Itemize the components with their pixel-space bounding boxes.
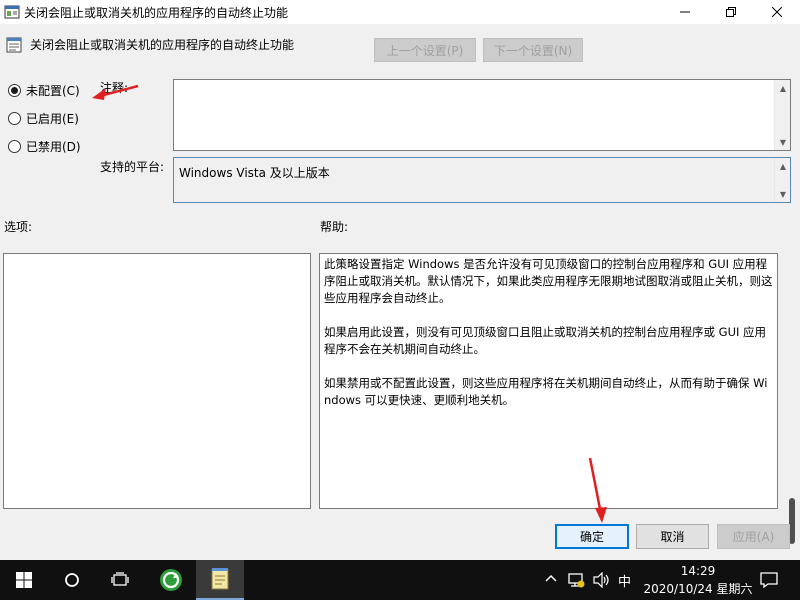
clock-date: 2020/10/24 星期六 bbox=[643, 582, 753, 596]
radio-label: 已禁用(D) bbox=[26, 139, 81, 154]
radio-circle[interactable] bbox=[8, 139, 21, 153]
green-refresh-app-icon bbox=[160, 569, 182, 591]
radio-circle[interactable] bbox=[8, 111, 21, 125]
cortana-circle-icon bbox=[65, 573, 79, 587]
ok-button[interactable]: 确定 bbox=[555, 524, 629, 549]
policy-setting-icon bbox=[6, 37, 22, 53]
next-setting-button[interactable]: 下一个设置(N) bbox=[483, 38, 583, 62]
scroll-up-icon[interactable]: ▲ bbox=[775, 80, 791, 96]
restore-icon bbox=[726, 7, 736, 17]
help-paragraph: 此策略设置指定 Windows 是否允许没有可见顶级窗口的控制台应用程序和 GU… bbox=[324, 257, 773, 305]
help-paragraph: 如果启用此设置，则没有可见顶级窗口且阻止或取消关机的控制台应用程序或 GUI 应… bbox=[324, 325, 767, 356]
comment-label: 注释: bbox=[100, 81, 129, 95]
platform-field: Windows Vista 及以上版本 ▲ ▼ bbox=[173, 157, 791, 203]
options-label: 选项: bbox=[4, 220, 33, 234]
cancel-button[interactable]: 取消 bbox=[636, 524, 709, 549]
radio-enabled[interactable]: 已启用(E) bbox=[8, 109, 79, 127]
clock-time: 14:29 bbox=[680, 564, 716, 578]
scroll-up-icon[interactable]: ▲ bbox=[775, 158, 791, 174]
platform-label: 支持的平台: bbox=[100, 160, 165, 174]
radio-not-configured[interactable]: 未配置(C) bbox=[8, 81, 80, 99]
close-icon bbox=[772, 7, 782, 17]
taskbar-app-notepad[interactable] bbox=[196, 560, 244, 600]
start-button[interactable] bbox=[0, 560, 48, 600]
window-title: 关闭会阻止或取消关机的应用程序的自动终止功能 bbox=[24, 6, 289, 20]
network-icon[interactable] bbox=[567, 571, 585, 589]
task-view-button[interactable] bbox=[96, 560, 144, 600]
window-titlebar: 关闭会阻止或取消关机的应用程序的自动终止功能 bbox=[0, 0, 800, 24]
tray-expand-icon[interactable] bbox=[545, 573, 557, 583]
platform-scrollbar[interactable]: ▲ ▼ bbox=[774, 158, 790, 202]
previous-setting-button[interactable]: 上一个设置(P) bbox=[374, 38, 476, 62]
taskbar: 中 14:29 2020/10/24 星期六 bbox=[0, 560, 800, 600]
close-button[interactable] bbox=[754, 0, 800, 24]
radio-disabled[interactable]: 已禁用(D) bbox=[8, 137, 81, 155]
notepad-icon bbox=[211, 568, 229, 590]
policy-title: 关闭会阻止或取消关机的应用程序的自动终止功能 bbox=[30, 38, 295, 52]
radio-label: 已启用(E) bbox=[26, 111, 79, 126]
platform-value: Windows Vista 及以上版本 bbox=[179, 166, 330, 180]
scroll-down-icon[interactable]: ▼ bbox=[775, 134, 791, 150]
comment-scrollbar[interactable]: ▲ ▼ bbox=[774, 80, 790, 150]
task-view-icon bbox=[111, 572, 129, 586]
help-panel: 此策略设置指定 Windows 是否允许没有可见顶级窗口的控制台应用程序和 GU… bbox=[319, 253, 778, 509]
radio-label: 未配置(C) bbox=[26, 83, 80, 98]
scroll-down-icon[interactable]: ▼ bbox=[775, 186, 791, 202]
help-label: 帮助: bbox=[320, 220, 349, 234]
volume-icon[interactable] bbox=[593, 572, 611, 588]
help-paragraph: 如果禁用或不配置此设置，则这些应用程序将在关机期间自动终止，从而有助于确保 Wi… bbox=[324, 376, 768, 407]
windows-start-icon bbox=[16, 572, 32, 588]
taskbar-app-refresh[interactable] bbox=[148, 560, 194, 600]
comment-textarea[interactable]: ▲ ▼ bbox=[173, 79, 791, 151]
apply-button[interactable]: 应用(A) bbox=[717, 524, 790, 549]
taskbar-clock[interactable]: 14:29 2020/10/24 星期六 bbox=[643, 562, 753, 598]
minimize-button[interactable] bbox=[662, 0, 708, 24]
action-center-icon[interactable] bbox=[760, 571, 778, 589]
options-panel bbox=[3, 253, 311, 509]
cortana-button[interactable] bbox=[48, 560, 96, 600]
restore-button[interactable] bbox=[708, 0, 754, 24]
radio-circle[interactable] bbox=[8, 83, 21, 97]
ime-indicator[interactable]: 中 bbox=[618, 571, 631, 590]
minimize-icon bbox=[680, 11, 690, 13]
policy-app-icon bbox=[4, 5, 20, 19]
